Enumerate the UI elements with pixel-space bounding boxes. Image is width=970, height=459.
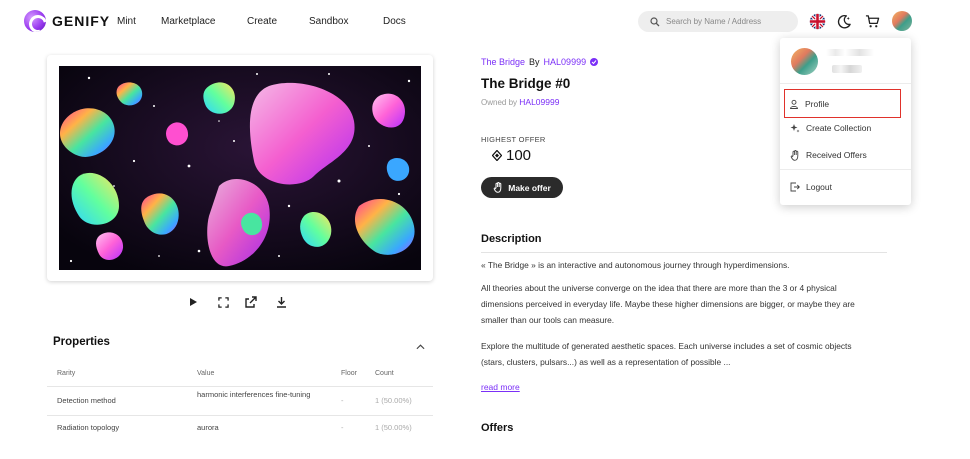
genify-logo-icon bbox=[24, 10, 46, 32]
nav-marketplace[interactable]: Marketplace bbox=[161, 16, 215, 27]
hand-icon bbox=[493, 182, 502, 193]
menu-item-label: Received Offers bbox=[806, 150, 867, 160]
menu-item-logout[interactable]: Logout bbox=[788, 176, 903, 198]
user-avatar[interactable] bbox=[892, 11, 912, 31]
col-header-value: Value bbox=[197, 370, 215, 377]
owner-link[interactable]: HAL09999 bbox=[519, 97, 559, 107]
highest-offer: 100 bbox=[492, 147, 531, 164]
owned-by-label: Owned by bbox=[481, 98, 518, 107]
nft-artwork-image bbox=[59, 66, 421, 270]
user-dropdown-menu: Profile Create Collection Received Offer… bbox=[780, 38, 911, 205]
description-paragraph: « The Bridge » is an interactive and aut… bbox=[481, 260, 790, 270]
logout-icon bbox=[790, 182, 800, 192]
menu-item-label: Logout bbox=[806, 182, 832, 192]
artwork-card bbox=[47, 55, 433, 281]
app-logo[interactable]: GENIFY bbox=[24, 10, 110, 32]
menu-item-profile[interactable]: Profile bbox=[784, 89, 901, 118]
chevron-up-icon[interactable] bbox=[416, 337, 425, 355]
highest-offer-value: 100 bbox=[506, 147, 532, 164]
nav-mint[interactable]: Mint bbox=[117, 16, 136, 27]
menu-item-label: Create Collection bbox=[806, 123, 872, 133]
row-floor: - bbox=[341, 396, 344, 405]
search-bar[interactable] bbox=[638, 11, 798, 32]
sparkle-icon bbox=[790, 124, 800, 133]
collection-link[interactable]: The Bridge bbox=[481, 57, 525, 67]
col-header-floor: Floor bbox=[341, 370, 357, 377]
highest-offer-label: HIGHEST OFFER bbox=[481, 135, 546, 144]
make-offer-label: Make offer bbox=[508, 182, 551, 193]
row-rarity: Radiation topology bbox=[57, 423, 120, 432]
search-input[interactable] bbox=[666, 17, 786, 26]
logo-text: GENIFY bbox=[52, 13, 111, 29]
fullscreen-icon[interactable] bbox=[215, 294, 231, 310]
avatar bbox=[791, 48, 818, 75]
divider bbox=[47, 415, 433, 416]
col-header-count: Count bbox=[375, 370, 394, 377]
redacted-address bbox=[832, 65, 862, 73]
moon-icon[interactable] bbox=[835, 12, 853, 30]
description-paragraph: All theories about the universe converge… bbox=[481, 283, 855, 325]
open-external-icon[interactable] bbox=[243, 294, 259, 310]
menu-item-create-collection[interactable]: Create Collection bbox=[788, 117, 903, 139]
divider bbox=[780, 83, 911, 84]
redacted-username bbox=[826, 49, 874, 56]
description-title: Description bbox=[481, 233, 542, 245]
divider bbox=[780, 169, 911, 170]
row-value: aurora bbox=[197, 423, 219, 432]
col-header-rarity: Rarity bbox=[57, 370, 76, 377]
nav-create[interactable]: Create bbox=[247, 16, 277, 27]
description-paragraph: Explore the multitude of generated aesth… bbox=[481, 341, 852, 367]
verified-badge-icon bbox=[590, 58, 599, 66]
row-count: 1 (50.00%) bbox=[375, 396, 412, 405]
row-value: harmonic interferences fine-tuning bbox=[197, 390, 311, 399]
play-icon[interactable] bbox=[185, 294, 201, 310]
collection-byline: The Bridge By HAL09999 bbox=[481, 57, 599, 67]
divider bbox=[47, 386, 433, 387]
hand-icon bbox=[790, 149, 799, 161]
read-more-link[interactable]: read more bbox=[481, 382, 520, 392]
menu-item-label: Profile bbox=[805, 98, 830, 109]
row-rarity: Detection method bbox=[57, 396, 116, 405]
user-icon bbox=[790, 99, 798, 109]
properties-title: Properties bbox=[53, 336, 110, 348]
row-floor: - bbox=[341, 423, 344, 432]
language-uk-flag-icon[interactable] bbox=[808, 12, 826, 30]
creator-link[interactable]: HAL09999 bbox=[544, 57, 587, 67]
search-icon bbox=[650, 16, 660, 26]
offers-title: Offers bbox=[481, 422, 514, 434]
owned-by: Owned by HAL09999 bbox=[481, 97, 559, 107]
by-label: By bbox=[529, 57, 540, 67]
currency-icon bbox=[492, 150, 502, 161]
row-count: 1 (50.00%) bbox=[375, 423, 412, 432]
divider bbox=[481, 252, 887, 253]
nft-title: The Bridge #0 bbox=[481, 76, 571, 91]
download-icon[interactable] bbox=[273, 294, 289, 310]
cart-icon[interactable] bbox=[863, 12, 881, 30]
nav-sandbox[interactable]: Sandbox bbox=[309, 16, 348, 27]
nav-docs[interactable]: Docs bbox=[383, 16, 406, 27]
make-offer-button[interactable]: Make offer bbox=[481, 177, 563, 198]
menu-item-received-offers[interactable]: Received Offers bbox=[788, 144, 903, 166]
